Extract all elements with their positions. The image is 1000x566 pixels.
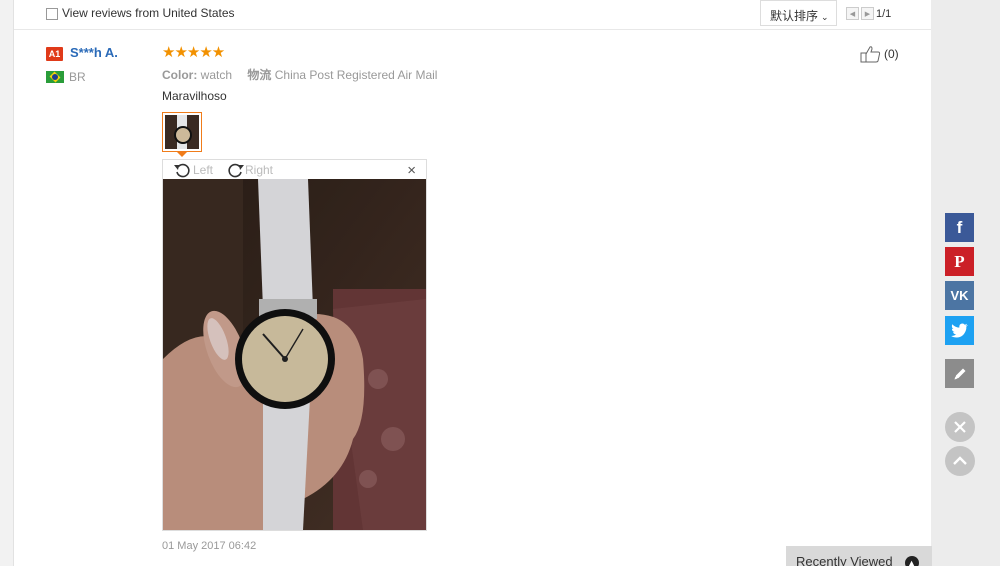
twitter-share-button[interactable] bbox=[945, 316, 974, 345]
page-indicator: 1/1 bbox=[876, 7, 892, 20]
close-icon[interactable]: × bbox=[407, 162, 416, 179]
thumbnail-image bbox=[165, 115, 199, 149]
helpful-count: (0) bbox=[884, 47, 899, 61]
chevron-down-icon: ⌄ bbox=[821, 12, 829, 22]
pager: ◀ ▶ 1/1 bbox=[846, 7, 891, 20]
color-value: watch bbox=[200, 68, 233, 82]
rotate-left-icon bbox=[174, 163, 190, 178]
vk-share-button[interactable]: VK bbox=[945, 281, 974, 310]
prev-page-button[interactable]: ◀ bbox=[846, 7, 859, 20]
vk-icon: VK bbox=[950, 288, 969, 303]
reviewer-country: BR bbox=[69, 70, 86, 84]
facebook-icon: f bbox=[956, 217, 963, 237]
close-sidebar-button[interactable] bbox=[945, 412, 975, 442]
country-filter-label[interactable]: View reviews from United States bbox=[62, 6, 235, 20]
recently-viewed-tab[interactable]: Recently Viewed ▲ bbox=[786, 546, 932, 566]
pinterest-share-button[interactable]: P bbox=[945, 247, 974, 276]
photo-viewer: Left Right × bbox=[162, 159, 427, 531]
left-edge-bar bbox=[0, 0, 14, 566]
review-text: Maravilhoso bbox=[162, 89, 227, 103]
shipping-key: 物流 bbox=[247, 68, 272, 82]
pinterest-icon: P bbox=[954, 251, 965, 271]
filter-bar: View reviews from United States 默认排序 ⌄ ◀ … bbox=[14, 0, 931, 30]
rotate-left-label: Left bbox=[193, 163, 214, 177]
next-page-button[interactable]: ▶ bbox=[861, 7, 874, 20]
recently-viewed-label: Recently Viewed bbox=[796, 554, 893, 566]
pencil-icon bbox=[954, 368, 965, 379]
facebook-share-button[interactable]: f bbox=[945, 213, 974, 242]
rotate-right-icon bbox=[228, 163, 244, 178]
sort-label: 默认排序 bbox=[770, 9, 819, 23]
star-rating: ★★★★★ bbox=[162, 44, 225, 61]
back-to-top-button[interactable] bbox=[945, 446, 975, 476]
buyer-level-badge: A1 bbox=[46, 47, 63, 61]
color-key: Color: bbox=[162, 68, 198, 82]
rotate-left-button[interactable]: Left bbox=[173, 161, 213, 179]
rotate-right-button[interactable]: Right bbox=[225, 161, 273, 179]
sort-dropdown[interactable]: 默认排序 ⌄ bbox=[760, 0, 837, 26]
twitter-icon bbox=[950, 323, 968, 338]
review-photo bbox=[163, 179, 426, 530]
thumbnail-pointer bbox=[177, 152, 187, 157]
helpful-button[interactable]: (0) bbox=[860, 45, 899, 63]
rotate-right-label: Right bbox=[245, 163, 274, 177]
reviewer-name: S***h A. bbox=[70, 45, 118, 60]
thumbs-up-icon bbox=[860, 46, 881, 63]
reviews-panel: View reviews from United States 默认排序 ⌄ ◀ … bbox=[14, 0, 931, 566]
chevron-up-icon: ▲ bbox=[904, 555, 919, 566]
country-filter-checkbox[interactable] bbox=[46, 8, 58, 20]
viewer-controls: Left Right × bbox=[163, 160, 426, 180]
review-photo-thumbnail[interactable] bbox=[162, 112, 202, 152]
edit-button[interactable] bbox=[945, 359, 974, 388]
order-info: Color: watch 物流 China Post Registered Ai… bbox=[162, 66, 437, 83]
shipping-value: China Post Registered Air Mail bbox=[274, 68, 438, 82]
close-icon bbox=[954, 421, 966, 433]
chevron-up-icon bbox=[953, 456, 967, 465]
brazil-flag-icon bbox=[46, 71, 64, 83]
review-date: 01 May 2017 06:42 bbox=[162, 540, 257, 552]
